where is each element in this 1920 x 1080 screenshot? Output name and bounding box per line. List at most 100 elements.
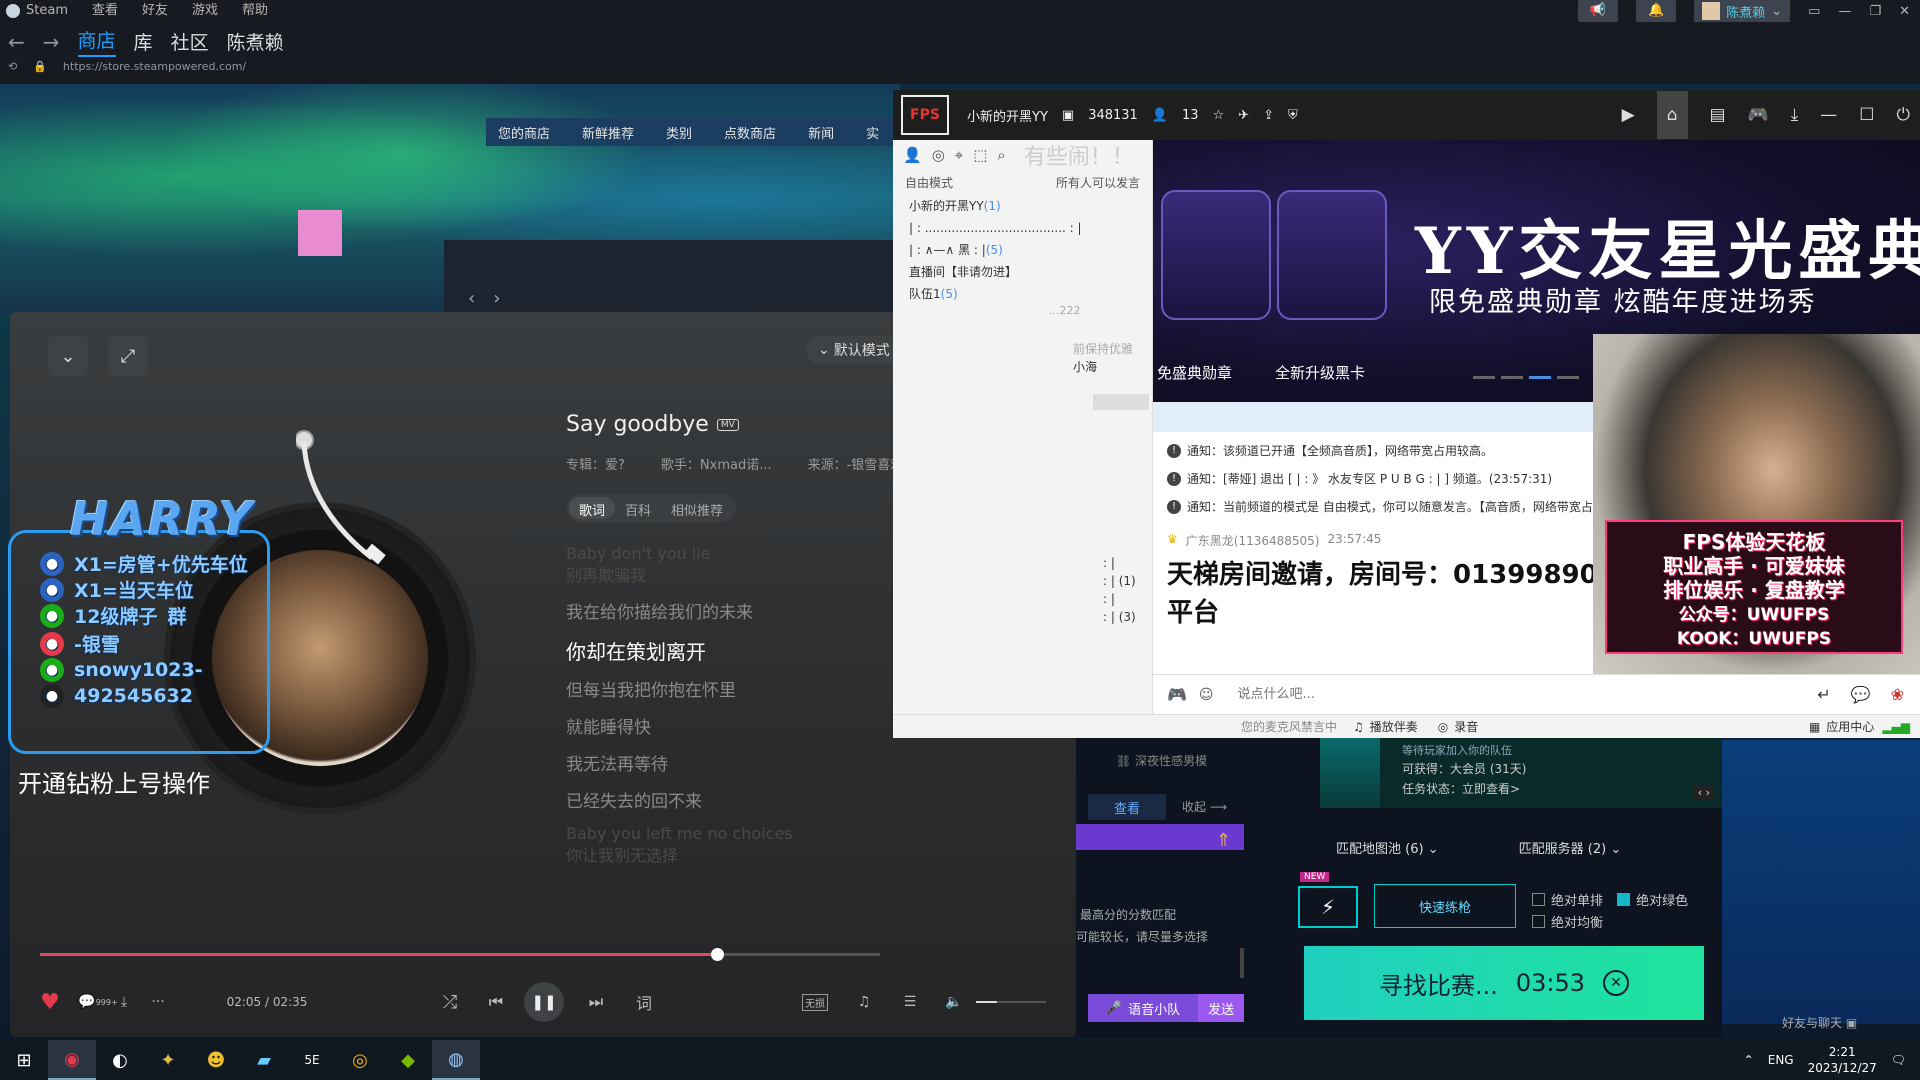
- minimize-icon[interactable]: —: [1838, 4, 1851, 19]
- shield-icon[interactable]: ⛨: [1288, 108, 1298, 123]
- checkbox[interactable]: [1617, 892, 1631, 906]
- notification-icon[interactable]: 🗨: [1891, 1053, 1906, 1067]
- share-icon[interactable]: ⇪: [1263, 108, 1274, 123]
- collapse-chevron-icon[interactable]: ⌄: [48, 336, 88, 376]
- store-tab-new[interactable]: 新鲜推荐: [582, 123, 634, 142]
- voice-icon[interactable]: ◎: [932, 146, 945, 164]
- list-icon[interactable]: ▤: [1710, 105, 1726, 125]
- speech-bubble-icon[interactable]: 💬: [1851, 685, 1871, 704]
- nav-store[interactable]: 商店: [77, 26, 116, 57]
- notepad-icon[interactable]: ▰: [240, 1040, 288, 1080]
- friends-chat-button[interactable]: 好友与聊天 ▣: [1782, 1014, 1857, 1031]
- mode-button[interactable]: ⌄ 默认模式: [806, 336, 902, 364]
- send-plane-icon[interactable]: ✈: [1238, 108, 1249, 123]
- lyric-line[interactable]: 就能睡得快: [566, 713, 651, 738]
- checkbox[interactable]: [1532, 892, 1545, 906]
- tab-similar[interactable]: 相似推荐: [661, 497, 733, 519]
- chat-username[interactable]: 广东黑龙(1136488505): [1186, 532, 1320, 549]
- grid-icon[interactable]: ▦: [1809, 720, 1820, 734]
- nav-profile[interactable]: 陈煮赖: [227, 28, 284, 55]
- lyric-line[interactable]: 别再欺骗我: [566, 562, 646, 586]
- screenshot-icon[interactable]: ⬚: [973, 146, 987, 164]
- steam-menu-view[interactable]: 查看: [92, 2, 118, 20]
- lyric-line[interactable]: Baby don't you lie: [566, 544, 711, 563]
- voice-squad-button[interactable]: 🎤 语音小队: [1088, 994, 1198, 1022]
- minimize-icon[interactable]: —: [1820, 105, 1837, 125]
- accompany-button[interactable]: 播放伴奏: [1370, 718, 1418, 735]
- tray-chevron-up-icon[interactable]: ⌃: [1744, 1053, 1754, 1067]
- lyric-line[interactable]: 但每当我把你抱在怀里: [566, 676, 736, 701]
- channel-tree-item[interactable]: | : ∧—∧ 黑 : |(5): [909, 239, 1152, 261]
- restore-icon[interactable]: ❐: [1869, 4, 1881, 19]
- announcement-icon[interactable]: 📢: [1577, 0, 1619, 22]
- find-match-button[interactable]: 寻找比赛... 03:53 ✕: [1304, 946, 1704, 1020]
- search-icon[interactable]: ⌕: [997, 146, 1005, 164]
- lyric-line[interactable]: 已经失去的回不来: [566, 787, 702, 812]
- download-icon[interactable]: ⤓: [114, 982, 134, 1022]
- cancel-circle-icon[interactable]: ✕: [1603, 970, 1630, 996]
- flower-icon[interactable]: ❀: [1891, 685, 1904, 704]
- app-center-button[interactable]: 应用中心: [1826, 718, 1874, 735]
- chevron-right-icon[interactable]: ›: [493, 288, 500, 309]
- nav-library[interactable]: 库: [134, 28, 153, 55]
- steam-menu-games[interactable]: 游戏: [192, 2, 218, 20]
- reload-icon[interactable]: ⟲: [8, 60, 17, 73]
- lyric-line[interactable]: 我在给你描绘我们的未来: [566, 598, 753, 623]
- chrome-alt-icon[interactable]: ◐: [96, 1040, 144, 1080]
- steam-menu-help[interactable]: 帮助: [242, 2, 268, 20]
- option-green[interactable]: 绝对绿色: [1617, 888, 1688, 910]
- url-text[interactable]: https://store.steampowered.com/: [63, 60, 246, 73]
- quick-practice-button[interactable]: 快速练枪: [1374, 884, 1516, 928]
- channel-tree-line[interactable]: : | (1): [1103, 572, 1136, 590]
- channel-tree-line[interactable]: : | (3): [1103, 608, 1136, 626]
- heart-icon[interactable]: ♥: [38, 982, 62, 1022]
- lyric-line[interactable]: Baby you left me no choices: [566, 824, 793, 843]
- nav-community[interactable]: 社区: [171, 28, 209, 55]
- next-icon[interactable]: ⏭: [584, 982, 608, 1022]
- artist-link[interactable]: 歌手：Nxmad诺...: [661, 454, 772, 473]
- lyric-line[interactable]: 我无法再等待: [566, 750, 668, 775]
- big-picture-icon[interactable]: ▭: [1808, 4, 1820, 19]
- pager-dot[interactable]: [1473, 376, 1495, 379]
- progress-knob[interactable]: [711, 948, 725, 961]
- channel-tree-item[interactable]: | : ....................................…: [909, 217, 1152, 239]
- map-pool-select[interactable]: 匹配地图池 (6) ⌄: [1336, 838, 1439, 857]
- lyric-line-current[interactable]: 你却在策划离开: [566, 636, 706, 665]
- language-indicator[interactable]: ENG: [1768, 1053, 1794, 1067]
- album-link[interactable]: 专辑：爱?: [566, 454, 625, 473]
- lightning-button[interactable]: ⚡: [1298, 886, 1358, 928]
- close-icon[interactable]: ✕: [1899, 4, 1910, 19]
- pager-dot[interactable]: [1557, 376, 1579, 379]
- channel-tree-item[interactable]: 直播间【非请勿进】: [909, 261, 1152, 283]
- 5e-app-icon[interactable]: 5E: [288, 1040, 336, 1080]
- checkbox[interactable]: [1532, 914, 1545, 928]
- pager-arrows-icon[interactable]: ‹ ›: [1693, 786, 1714, 799]
- enter-icon[interactable]: ↵: [1817, 685, 1830, 704]
- progress-bar[interactable]: [40, 948, 880, 961]
- store-tab-your-store[interactable]: 您的商店: [498, 123, 550, 142]
- wing-app-icon[interactable]: ✦: [144, 1040, 192, 1080]
- record-icon[interactable]: ◎: [1438, 720, 1448, 734]
- clock[interactable]: 2:21 2023/12/27: [1808, 1044, 1877, 1076]
- user-icon[interactable]: 👤: [903, 146, 922, 164]
- option-balanced[interactable]: 绝对均衡: [1532, 910, 1603, 932]
- music-note-icon[interactable]: ♫: [1353, 720, 1364, 734]
- option-solo[interactable]: 绝对单排: [1532, 888, 1603, 910]
- chat-input[interactable]: [1237, 687, 1718, 702]
- gamepad-icon[interactable]: 🎮: [1748, 105, 1769, 125]
- quality-badge[interactable]: 无损: [800, 982, 830, 1022]
- volume-slider[interactable]: [976, 1001, 1046, 1003]
- chrome-icon[interactable]: ◎: [336, 1040, 384, 1080]
- sidebar-scrollbar[interactable]: [1093, 394, 1149, 410]
- server-select[interactable]: 匹配服务器 (2) ⌄: [1519, 838, 1622, 857]
- forward-arrow-icon[interactable]: →: [43, 30, 60, 54]
- shuffle-icon[interactable]: ⤮: [438, 982, 462, 1022]
- notification-bell-icon[interactable]: 🔔: [1636, 0, 1677, 22]
- effect-icon[interactable]: ♫: [854, 982, 874, 1022]
- fullscreen-icon[interactable]: ⤢: [108, 336, 148, 376]
- gamepad-icon[interactable]: 🎮: [1167, 685, 1187, 704]
- netease-music-icon[interactable]: ◉: [48, 1040, 96, 1080]
- lyric-line[interactable]: 你让我别无选择: [566, 842, 678, 866]
- power-icon[interactable]: ⏻: [1897, 105, 1910, 125]
- tab-lyrics[interactable]: 歌词: [569, 497, 616, 519]
